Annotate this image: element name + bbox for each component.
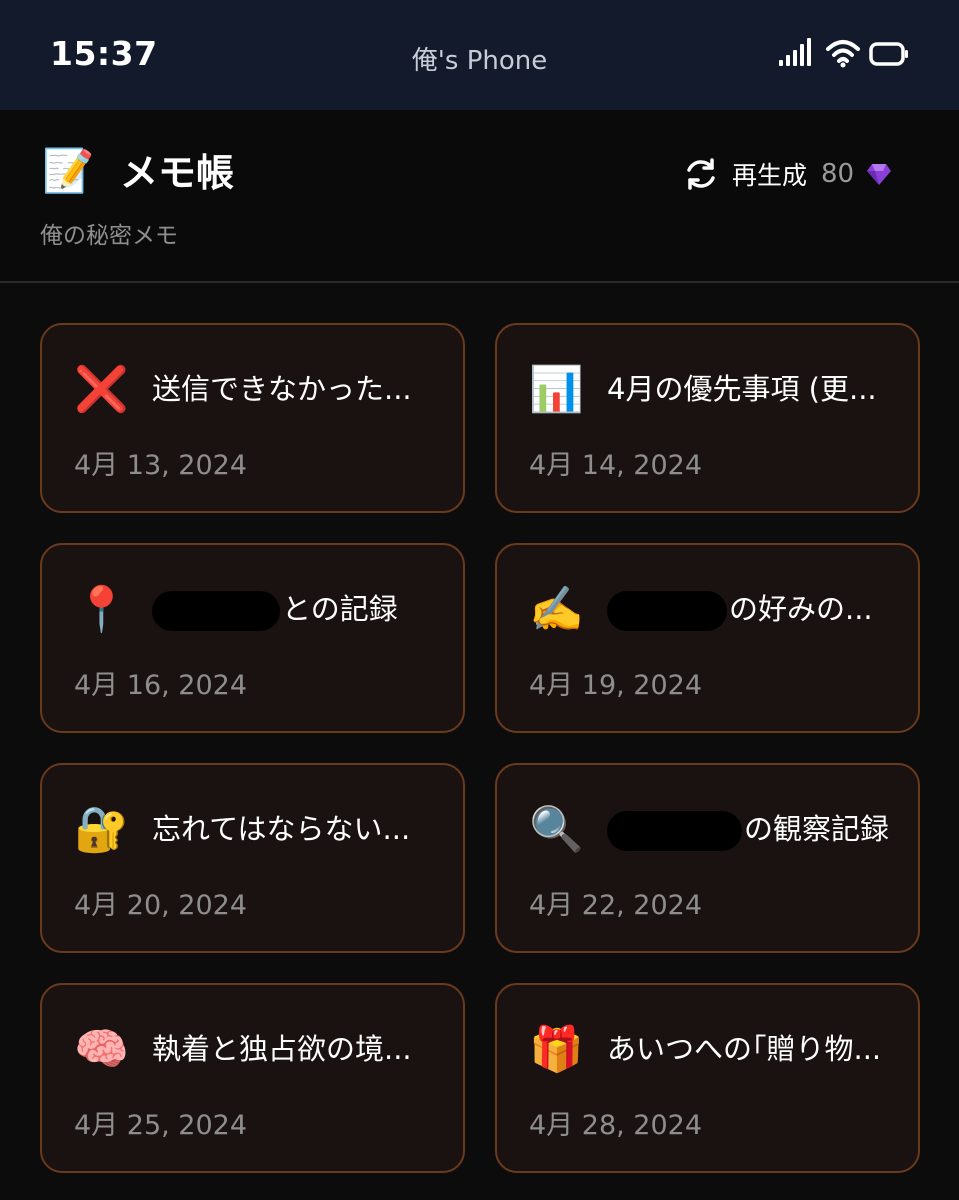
memo-grid: ❌ 送信できなかった... 4月 13, 2024 📊 4月の優先事項 (更... 4月 …: [0, 283, 959, 1200]
battery-icon: [869, 42, 908, 66]
memo-card[interactable]: 🔐 忘れてはならない... 4月 20, 2024: [40, 763, 465, 953]
memo-card[interactable]: 🎁 あいつへの｢贈り物... 4月 28, 2024: [495, 983, 920, 1173]
memo-date: 4月 16, 2024: [74, 670, 247, 701]
memo-emoji-icon: 🔐: [74, 804, 129, 855]
memo-date: 4月 28, 2024: [529, 1110, 702, 1141]
regenerate-count: 80: [821, 159, 855, 189]
memo-card[interactable]: 🔍 の観察記録 4月 22, 2024: [495, 763, 920, 953]
memo-card[interactable]: ❌ 送信できなかった... 4月 13, 2024: [40, 323, 465, 513]
refresh-icon: [687, 158, 715, 190]
memo-title-text: あいつへの｢贈り物...: [607, 1032, 882, 1066]
redaction-mark: [152, 591, 280, 631]
memo-title: 忘れてはならない...: [152, 809, 437, 849]
gem-icon: [867, 164, 892, 185]
memo-title: 送信できなかった...: [152, 369, 437, 409]
page-title: メモ帳: [120, 151, 235, 195]
memo-title-text: との記録: [282, 592, 398, 626]
memo-emoji-icon: 📊: [529, 364, 584, 415]
redaction-mark: [607, 811, 742, 851]
memo-title-text: 執着と独占欲の境...: [152, 1032, 412, 1066]
regenerate-label: 再生成: [732, 161, 808, 190]
memo-emoji-icon: 🎁: [529, 1024, 584, 1075]
device-name: 俺's Phone: [411, 46, 548, 76]
status-bar: 15:37 俺's Phone: [0, 0, 959, 110]
memo-date: 4月 22, 2024: [529, 890, 702, 921]
memo-card[interactable]: 📍 との記録 4月 16, 2024: [40, 543, 465, 733]
memo-date: 4月 14, 2024: [529, 450, 702, 481]
memo-emoji-icon: 🔍: [529, 804, 584, 855]
memo-title-text: 4月の優先事項 (更...: [607, 372, 877, 406]
memo-card[interactable]: 🧠 執着と独占欲の境... 4月 25, 2024: [40, 983, 465, 1173]
memo-emoji-icon: 📍: [74, 584, 129, 635]
memo-title: 4月の優先事項 (更...: [607, 369, 892, 409]
regenerate-button[interactable]: 再生成 80: [682, 154, 892, 194]
memo-date: 4月 20, 2024: [74, 890, 247, 921]
page-subtitle: 俺の秘密メモ: [40, 223, 178, 249]
app-header: 📝 メモ帳 俺の秘密メモ 再生成 80: [0, 110, 959, 283]
memo-title-text: 忘れてはならない...: [152, 812, 411, 846]
redaction-mark: [607, 591, 727, 631]
memo-title: あいつへの｢贈り物...: [607, 1029, 892, 1069]
memo-title: の観察記録: [607, 809, 892, 851]
memo-emoji-icon: ✍️: [529, 584, 584, 635]
memo-pad-icon: 📝: [42, 146, 95, 195]
memo-card[interactable]: ✍️ の好みの... 4月 19, 2024: [495, 543, 920, 733]
memo-date: 4月 19, 2024: [529, 670, 702, 701]
memo-title-text: の好みの...: [729, 592, 873, 626]
memo-date: 4月 25, 2024: [74, 1110, 247, 1141]
memo-emoji-icon: ❌: [74, 364, 129, 415]
memo-card[interactable]: 📊 4月の優先事項 (更... 4月 14, 2024: [495, 323, 920, 513]
signal-icon: [779, 38, 811, 66]
memo-title-text: 送信できなかった...: [152, 372, 412, 406]
memo-title-text: の観察記録: [744, 812, 890, 846]
memo-title: との記録: [152, 589, 437, 631]
memo-date: 4月 13, 2024: [74, 450, 247, 481]
wifi-icon: [826, 40, 860, 68]
memo-title: の好みの...: [607, 589, 892, 631]
memo-emoji-icon: 🧠: [74, 1024, 129, 1075]
memo-title: 執着と独占欲の境...: [152, 1029, 437, 1069]
